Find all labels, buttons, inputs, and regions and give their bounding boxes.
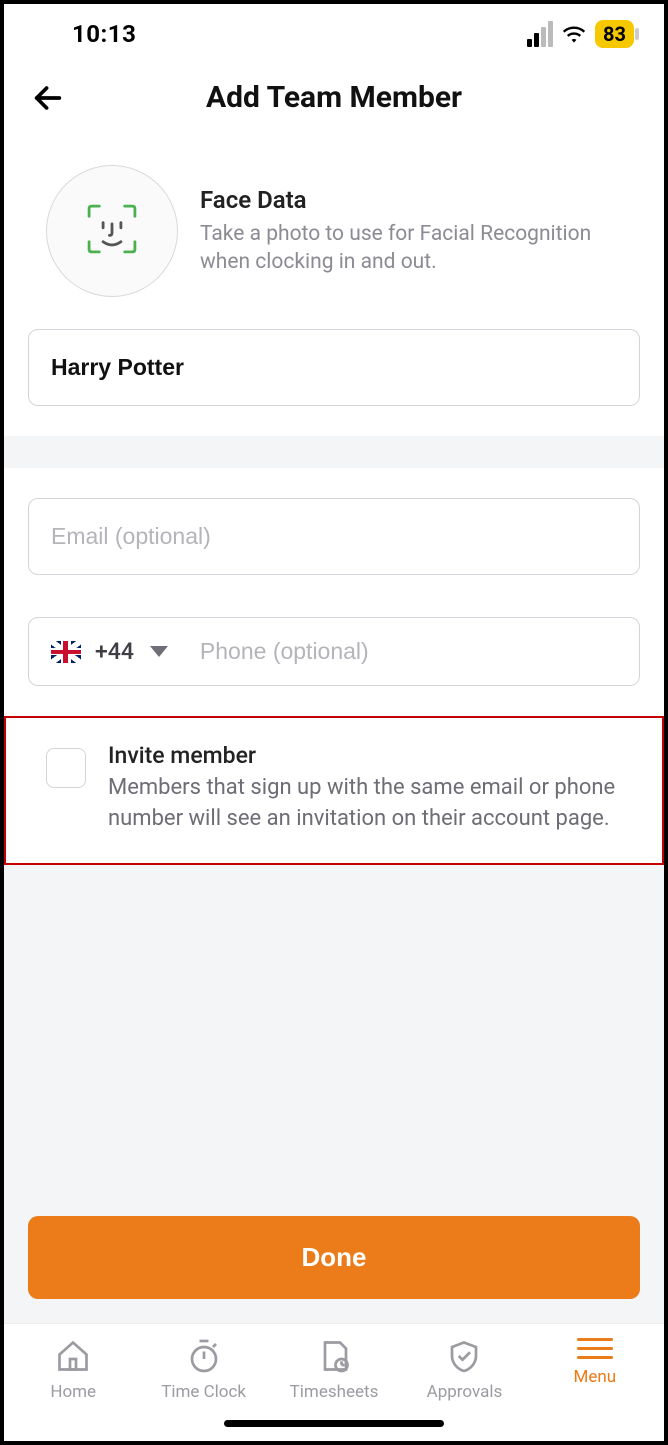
face-photo-placeholder[interactable] (46, 165, 178, 297)
face-data-text: Face Data Take a photo to use for Facial… (200, 186, 622, 277)
stopwatch-icon (186, 1338, 222, 1374)
section-gap (4, 436, 664, 468)
shield-check-icon (446, 1338, 482, 1374)
face-data-desc: Take a photo to use for Facial Recogniti… (200, 220, 622, 277)
menu-icon (577, 1338, 613, 1359)
status-right: 83 (527, 20, 634, 48)
tab-approvals[interactable]: Approvals (399, 1338, 529, 1402)
home-icon (55, 1338, 91, 1374)
tab-menu[interactable]: Menu (530, 1338, 660, 1387)
name-input-wrap (28, 329, 640, 436)
tab-home-label: Home (50, 1382, 96, 1402)
done-button[interactable]: Done (28, 1216, 640, 1299)
home-indicator (224, 1420, 444, 1427)
content: Face Data Take a photo to use for Facial… (4, 137, 664, 1323)
timesheets-icon (316, 1338, 352, 1374)
status-time: 10:13 (72, 20, 136, 48)
phone-row: +44 (28, 617, 640, 686)
email-input[interactable] (28, 498, 640, 575)
invite-member-block: Invite member Members that sign up with … (4, 716, 664, 865)
spacer (4, 865, 664, 1216)
uk-flag-icon[interactable] (51, 641, 81, 663)
tab-timeclock-label: Time Clock (161, 1382, 246, 1402)
tab-home[interactable]: Home (8, 1338, 138, 1402)
arrow-left-icon (31, 81, 65, 115)
contact-section: +44 (4, 468, 664, 716)
invite-title: Invite member (108, 742, 638, 769)
tab-timesheets-label: Timesheets (290, 1382, 379, 1402)
back-button[interactable] (28, 78, 68, 118)
phone-input[interactable] (200, 638, 617, 665)
tab-timeclock[interactable]: Time Clock (138, 1338, 268, 1402)
face-id-icon (84, 201, 140, 261)
tab-bar: Home Time Clock Timesheets Approvals Men… (4, 1323, 664, 1418)
page-header: Add Team Member (4, 62, 664, 137)
invite-checkbox[interactable] (46, 748, 86, 788)
cellular-signal-icon (527, 21, 553, 47)
face-data-title: Face Data (200, 186, 622, 214)
invite-text: Invite member Members that sign up with … (108, 742, 638, 835)
face-data-section: Face Data Take a photo to use for Facial… (4, 137, 664, 436)
tab-timesheets[interactable]: Timesheets (269, 1338, 399, 1402)
chevron-down-icon[interactable] (150, 646, 168, 657)
page-title: Add Team Member (28, 80, 640, 115)
battery-level: 83 (595, 20, 634, 48)
tab-menu-label: Menu (574, 1367, 617, 1387)
status-bar: 10:13 83 (4, 4, 664, 62)
done-wrap: Done (4, 1216, 664, 1323)
face-data-row[interactable]: Face Data Take a photo to use for Facial… (28, 137, 640, 329)
name-input[interactable] (28, 329, 640, 406)
wifi-icon (561, 24, 587, 44)
invite-desc: Members that sign up with the same email… (108, 773, 638, 835)
country-code[interactable]: +44 (95, 638, 134, 665)
tab-approvals-label: Approvals (427, 1382, 503, 1402)
